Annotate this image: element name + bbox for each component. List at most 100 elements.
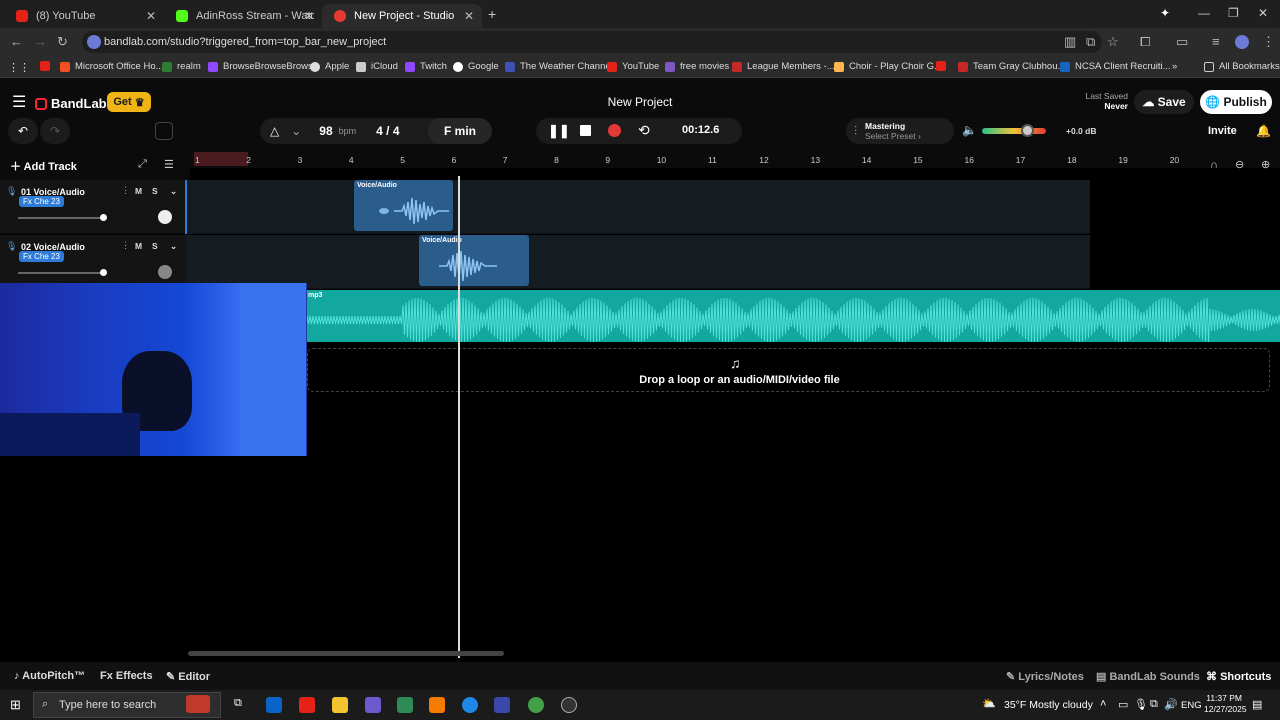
tab-youtube[interactable]: (8) YouTube ✕ — [4, 4, 164, 28]
chevron-up-icon[interactable]: ˄ — [1100, 698, 1106, 710]
network-wired-icon[interactable]: ⧉ — [1150, 698, 1158, 711]
sidepanel-icon[interactable]: ▭ — [1176, 34, 1188, 50]
lyrics-button[interactable]: ✎ Lyrics/Notes — [1006, 670, 1084, 683]
restore-icon[interactable]: ❐ — [1228, 6, 1239, 20]
solo-button[interactable]: S — [152, 186, 158, 196]
playhead[interactable] — [458, 176, 460, 658]
audio-clip-1[interactable]: Voice/Audio — [354, 180, 453, 231]
more-icon[interactable]: ⋮ — [121, 185, 130, 196]
project-title[interactable]: New Project — [540, 95, 740, 109]
chevron-down-icon[interactable]: ⌄ — [170, 241, 177, 252]
star-icon[interactable]: ☆ — [1107, 34, 1119, 50]
apps-icon[interactable]: ⋮⋮ — [8, 61, 30, 74]
bookmark-youtube[interactable] — [40, 61, 55, 71]
outlook-icon[interactable] — [266, 697, 282, 713]
get-button[interactable]: Get ♛ — [107, 92, 151, 112]
clock[interactable]: 11:37 PM 12/27/2025 — [1204, 693, 1247, 715]
pan-knob[interactable] — [158, 210, 172, 224]
more-icon[interactable]: ⋮ — [121, 240, 130, 251]
all-bookmarks[interactable]: All Bookmarks — [1204, 61, 1280, 72]
bpm-value[interactable]: 98 — [319, 124, 332, 138]
bookmark-item[interactable] — [936, 61, 951, 71]
language-indicator[interactable]: ENG — [1181, 700, 1202, 711]
audio-clip-2[interactable]: Voice/Audio — [419, 235, 529, 286]
close-icon[interactable]: ✕ — [464, 9, 474, 23]
sparkle-icon[interactable]: ✦ — [1160, 6, 1170, 20]
save-button[interactable]: ☁ Save — [1134, 90, 1194, 114]
bookmark-item[interactable]: BrowseBrowseBrowse — [208, 61, 318, 72]
bookmark-item[interactable]: The Weather Channel — [505, 61, 613, 72]
bookmark-item[interactable]: iCloud — [356, 61, 398, 72]
network-icon[interactable]: ▭ — [1118, 698, 1128, 711]
speaker-mute-icon[interactable]: 🔈 — [962, 123, 977, 137]
autopitch-button[interactable]: ♪ AutoPitch™ — [14, 670, 85, 682]
volume-knob[interactable] — [1020, 124, 1034, 137]
track-header-1[interactable]: 🎙 01 Voice/Audio Fx Che 23 ⋮ M S ⌄ — [0, 180, 186, 234]
more-bookmarks-icon[interactable]: » — [1172, 61, 1177, 72]
bookmark-item[interactable]: free movies — [665, 61, 729, 72]
chrome-icon[interactable] — [528, 697, 544, 713]
bookmark-item[interactable]: Google — [453, 61, 499, 72]
store-icon[interactable] — [494, 697, 510, 713]
calendar-widget-icon[interactable] — [186, 695, 210, 713]
menu-icon[interactable]: ⋮ — [1262, 34, 1275, 50]
close-icon[interactable]: ✕ — [146, 9, 156, 23]
undo-button[interactable]: ↶ — [8, 118, 38, 144]
teams-icon[interactable] — [397, 697, 413, 713]
mute-button[interactable]: M — [135, 186, 142, 196]
track-volume-slider[interactable] — [18, 214, 107, 221]
mastering-button[interactable]: ⫶ Mastering Select Preset › — [846, 118, 954, 144]
zoom-in-icon[interactable]: ⊕ — [1261, 158, 1270, 171]
mixer-icon[interactable] — [155, 122, 173, 140]
track-header-2[interactable]: 🎙 02 Voice/Audio Fx Che 23 ⋮ M S ⌄ — [0, 235, 186, 285]
extensions-icon[interactable]: ⧠ — [1140, 34, 1150, 50]
pan-knob[interactable] — [158, 265, 172, 279]
bookmark-item[interactable]: Microsoft Office Ho... — [60, 61, 164, 72]
copilot-icon[interactable] — [365, 697, 381, 713]
loop-button[interactable]: ⟲ — [638, 122, 650, 139]
key-selector[interactable]: F min — [428, 118, 492, 144]
bookmark-item[interactable]: NCSA Client Recruiti... — [1060, 61, 1171, 72]
track-volume-slider[interactable] — [18, 269, 107, 276]
timeline-ruler[interactable]: 1 2 3 4 5 6 7 8 9 10 11 12 13 14 15 16 17 18 19 20 — [190, 152, 1280, 168]
loop-region[interactable] — [194, 152, 248, 166]
master-volume-slider[interactable] — [982, 124, 1046, 137]
bookmark-item[interactable]: Twitch — [405, 61, 447, 72]
bookmark-item[interactable]: Team Gray Clubhou... — [958, 61, 1065, 72]
audio-clip-mp3[interactable]: mp3 — [306, 290, 1280, 343]
cast-icon[interactable]: ⧉ — [1086, 34, 1095, 50]
add-track-button[interactable]: ＋ Add Track — [10, 158, 77, 174]
publish-button[interactable]: 🌐 Publish — [1200, 90, 1272, 114]
bookmark-item[interactable]: YouTube — [607, 61, 659, 72]
profile-avatar[interactable] — [1235, 35, 1249, 49]
chevron-down-icon[interactable]: ⌄ — [291, 124, 301, 138]
magnet-icon[interactable]: ∩ — [1210, 159, 1218, 171]
new-tab-icon[interactable]: + — [488, 6, 496, 22]
close-window-icon[interactable]: ✕ — [1258, 6, 1268, 20]
weather-text[interactable]: 35°F Mostly cloudy — [1004, 699, 1093, 711]
solo-button[interactable]: S — [152, 241, 158, 251]
pause-button[interactable]: ❚❚ — [548, 123, 570, 139]
fx-badge[interactable]: Fx Che 23 — [19, 196, 64, 207]
youtube-icon[interactable] — [299, 697, 315, 713]
shortcuts-button[interactable]: ⌘ Shortcuts — [1206, 670, 1271, 683]
hamburger-icon[interactable]: ☰ — [12, 92, 26, 112]
bookmark-item[interactable]: realm — [162, 61, 201, 72]
editor-button[interactable]: ✎ Editor — [166, 670, 210, 683]
drop-zone[interactable]: ♫ Drop a loop or an audio/MIDI/video fil… — [307, 348, 1270, 392]
windows-start-icon[interactable]: ⊞ — [10, 697, 21, 713]
metronome-icon[interactable]: △ — [270, 124, 279, 138]
bell-icon[interactable]: 🔔 — [1256, 124, 1271, 138]
edge-icon[interactable] — [462, 697, 478, 713]
bandlab-logo[interactable]: BandLab — [35, 96, 107, 111]
back-icon[interactable]: ← — [10, 34, 23, 49]
sounds-button[interactable]: ▤ BandLab Sounds — [1096, 670, 1200, 683]
record-button[interactable] — [608, 124, 621, 137]
obs-icon[interactable] — [561, 697, 577, 713]
zoom-out-icon[interactable]: ⊖ — [1235, 158, 1244, 171]
task-view-icon[interactable]: ⧉ — [234, 697, 242, 710]
vlc-icon[interactable] — [429, 697, 445, 713]
microphone-icon[interactable]: 🎙 — [1134, 698, 1148, 711]
forward-icon[interactable]: → — [34, 34, 47, 49]
site-info-icon[interactable] — [87, 35, 101, 49]
